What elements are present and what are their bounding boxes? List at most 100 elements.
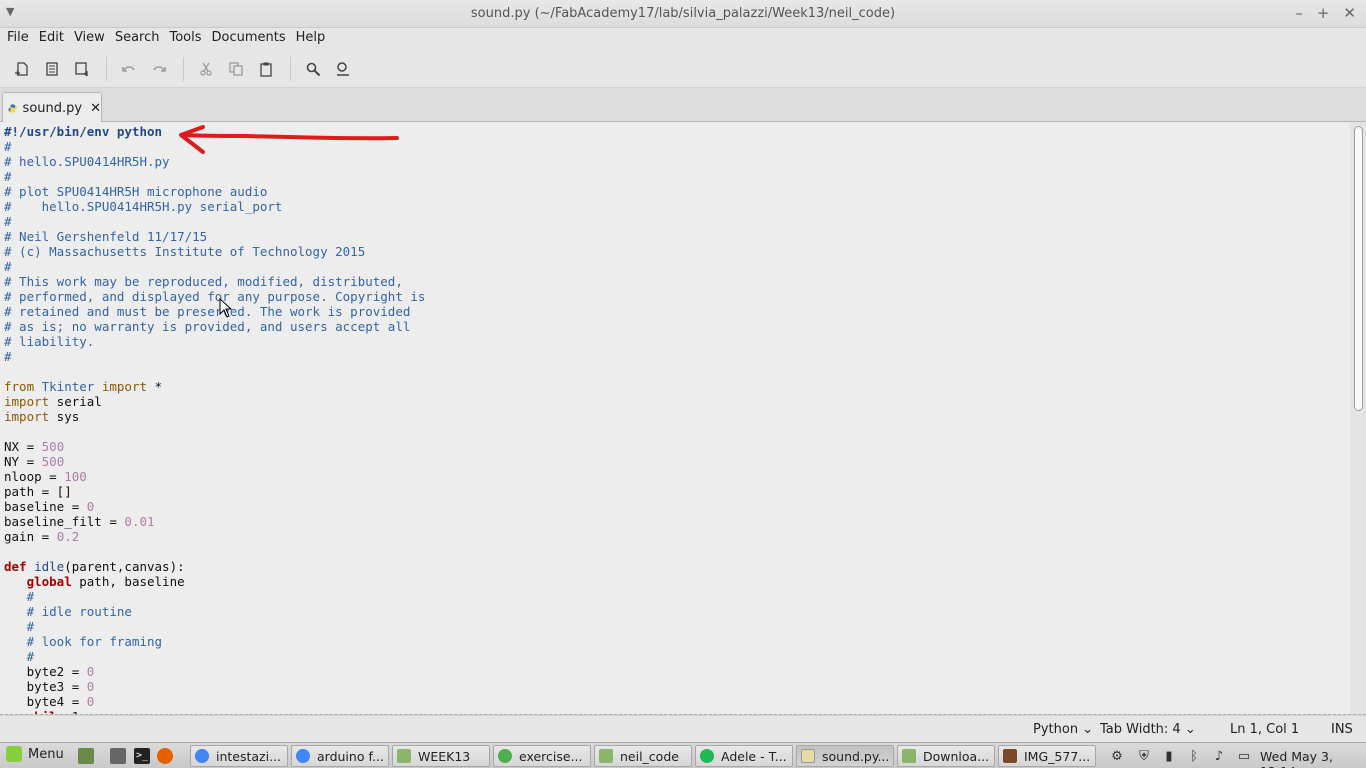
code-token: # performed, and displayed for any purpo… [4, 289, 426, 304]
task-exercise[interactable]: exercise... [493, 745, 591, 767]
menu-tools[interactable]: Tools [169, 28, 207, 50]
code-line[interactable]: NX = 500 [4, 439, 425, 454]
window-title: sound.py (~/FabAcademy17/lab/silvia_pala… [470, 6, 896, 21]
paste-icon[interactable] [254, 57, 278, 81]
code-line[interactable]: # retained and must be preserved. The wo… [4, 304, 425, 319]
code-line[interactable]: NY = 500 [4, 454, 425, 469]
code-token: import [101, 379, 147, 394]
tab-close-icon[interactable]: ✕ [90, 101, 101, 116]
close-icon[interactable]: ✕ [1343, 4, 1356, 22]
task-image-viewer[interactable]: IMG_577... [998, 745, 1096, 767]
code-line[interactable]: # This work may be reproduced, modified,… [4, 274, 425, 289]
vertical-scrollbar[interactable] [1350, 122, 1366, 714]
code-line[interactable]: # idle routine [4, 604, 425, 619]
task-folder-week13[interactable]: WEEK13 [392, 745, 490, 767]
code-line[interactable]: def idle(parent,canvas): [4, 559, 425, 574]
code-line[interactable]: # [4, 649, 425, 664]
task-folder-neil-code[interactable]: neil_code [594, 745, 692, 767]
cut-icon[interactable] [194, 57, 218, 81]
menu-edit[interactable]: Edit [39, 28, 70, 50]
task-folder-downloads[interactable]: Downloa... [897, 745, 995, 767]
files-icon[interactable] [110, 748, 126, 764]
terminal-icon[interactable]: >_ [134, 748, 150, 764]
task-chrome-1[interactable]: intestazi... [190, 745, 288, 767]
tab-width-selector[interactable]: Tab Width: 4 ⌄ [1100, 722, 1196, 737]
code-line[interactable]: # [4, 169, 425, 184]
bluetooth-icon[interactable]: ᛒ [1185, 747, 1203, 765]
code-line[interactable]: byte4 = 0 [4, 694, 425, 709]
clock[interactable]: Wed May 3, 12:14 [1260, 749, 1366, 768]
code-token: # liability. [4, 334, 95, 349]
code-token: * [147, 379, 163, 394]
copy-icon[interactable] [224, 57, 248, 81]
code-line[interactable]: # [4, 349, 425, 364]
save-document-icon[interactable] [70, 57, 94, 81]
code-line[interactable]: nloop = 100 [4, 469, 425, 484]
code-token: # Neil Gershenfeld 11/17/15 [4, 229, 208, 244]
code-line[interactable]: # performed, and displayed for any purpo… [4, 289, 425, 304]
task-text-editor[interactable]: sound.py... [796, 745, 894, 767]
menu-help[interactable]: Help [296, 28, 332, 50]
code-line[interactable]: from Tkinter import * [4, 379, 425, 394]
code-token: import [4, 409, 50, 424]
code-line[interactable]: # [4, 619, 425, 634]
menu-view[interactable]: View [74, 28, 111, 50]
code-token: 100 [64, 469, 87, 484]
volume-icon[interactable]: ♪ [1210, 747, 1228, 765]
code-line[interactable]: import serial [4, 394, 425, 409]
settings-gear-icon[interactable]: ⚙ [1108, 747, 1126, 765]
new-document-icon[interactable] [10, 57, 34, 81]
firefox-icon[interactable] [157, 748, 173, 764]
task-spotify[interactable]: Adele - T... [695, 745, 793, 767]
python-file-icon [8, 103, 17, 113]
code-line[interactable]: gain = 0.2 [4, 529, 425, 544]
open-document-icon[interactable] [40, 57, 64, 81]
text-editor[interactable]: #!/usr/bin/env python # # hello.SPU0414HR5… [0, 122, 1350, 714]
undo-icon[interactable] [117, 57, 141, 81]
code-line[interactable]: # [4, 589, 425, 604]
code-area[interactable]: #!/usr/bin/env python # # hello.SPU0414HR5… [4, 124, 425, 714]
minimize-icon[interactable]: – [1295, 4, 1303, 22]
code-line[interactable]: # [4, 214, 425, 229]
network-signal-icon[interactable]: ▮ [1160, 747, 1178, 765]
scrollbar-thumb[interactable] [1354, 126, 1363, 411]
shield-icon[interactable]: ⛨ [1135, 747, 1153, 765]
code-line[interactable]: global path, baseline [4, 574, 425, 589]
language-selector[interactable]: Python ⌄ [1033, 722, 1093, 737]
code-line[interactable]: baseline_filt = 0.01 [4, 514, 425, 529]
code-line[interactable] [4, 424, 425, 439]
code-line[interactable]: byte3 = 0 [4, 679, 425, 694]
code-line[interactable]: # (c) Massachusetts Institute of Technol… [4, 244, 425, 259]
task-chrome-2[interactable]: arduino f... [291, 745, 389, 767]
start-menu-button[interactable]: Menu [6, 746, 64, 762]
tab-sound-py[interactable]: sound.py ✕ [2, 92, 102, 123]
show-desktop-icon[interactable] [78, 748, 94, 764]
code-line[interactable]: # Neil Gershenfeld 11/17/15 [4, 229, 425, 244]
code-token: baseline_filt = [4, 514, 125, 529]
code-token: # plot SPU0414HR5H microphone audio [4, 184, 268, 199]
window-titlebar[interactable]: ▼ sound.py (~/FabAcademy17/lab/silvia_pa… [0, 0, 1366, 28]
code-line[interactable]: # look for framing [4, 634, 425, 649]
code-line[interactable]: path = [] [4, 484, 425, 499]
menu-search[interactable]: Search [115, 28, 166, 50]
code-line[interactable]: import sys [4, 409, 425, 424]
menu-documents[interactable]: Documents [212, 28, 292, 50]
code-line[interactable]: # plot SPU0414HR5H microphone audio [4, 184, 425, 199]
menu-file[interactable]: File [7, 28, 35, 50]
search-replace-icon[interactable] [331, 57, 355, 81]
code-token: Tkinter [34, 379, 102, 394]
code-line[interactable] [4, 364, 425, 379]
code-line[interactable]: baseline = 0 [4, 499, 425, 514]
code-token: from [4, 379, 35, 394]
code-line[interactable]: byte2 = 0 [4, 664, 425, 679]
code-line[interactable]: # as is; no warranty is provided, and us… [4, 319, 425, 334]
search-icon[interactable] [301, 57, 325, 81]
code-token: idle [34, 559, 65, 574]
code-line[interactable]: # hello.SPU0414HR5H.py serial_port [4, 199, 425, 214]
code-line[interactable] [4, 544, 425, 559]
code-line[interactable]: # liability. [4, 334, 425, 349]
code-line[interactable]: # [4, 259, 425, 274]
battery-icon[interactable]: ▭ [1235, 747, 1253, 765]
maximize-icon[interactable]: + [1317, 4, 1330, 22]
redo-icon[interactable] [147, 57, 171, 81]
